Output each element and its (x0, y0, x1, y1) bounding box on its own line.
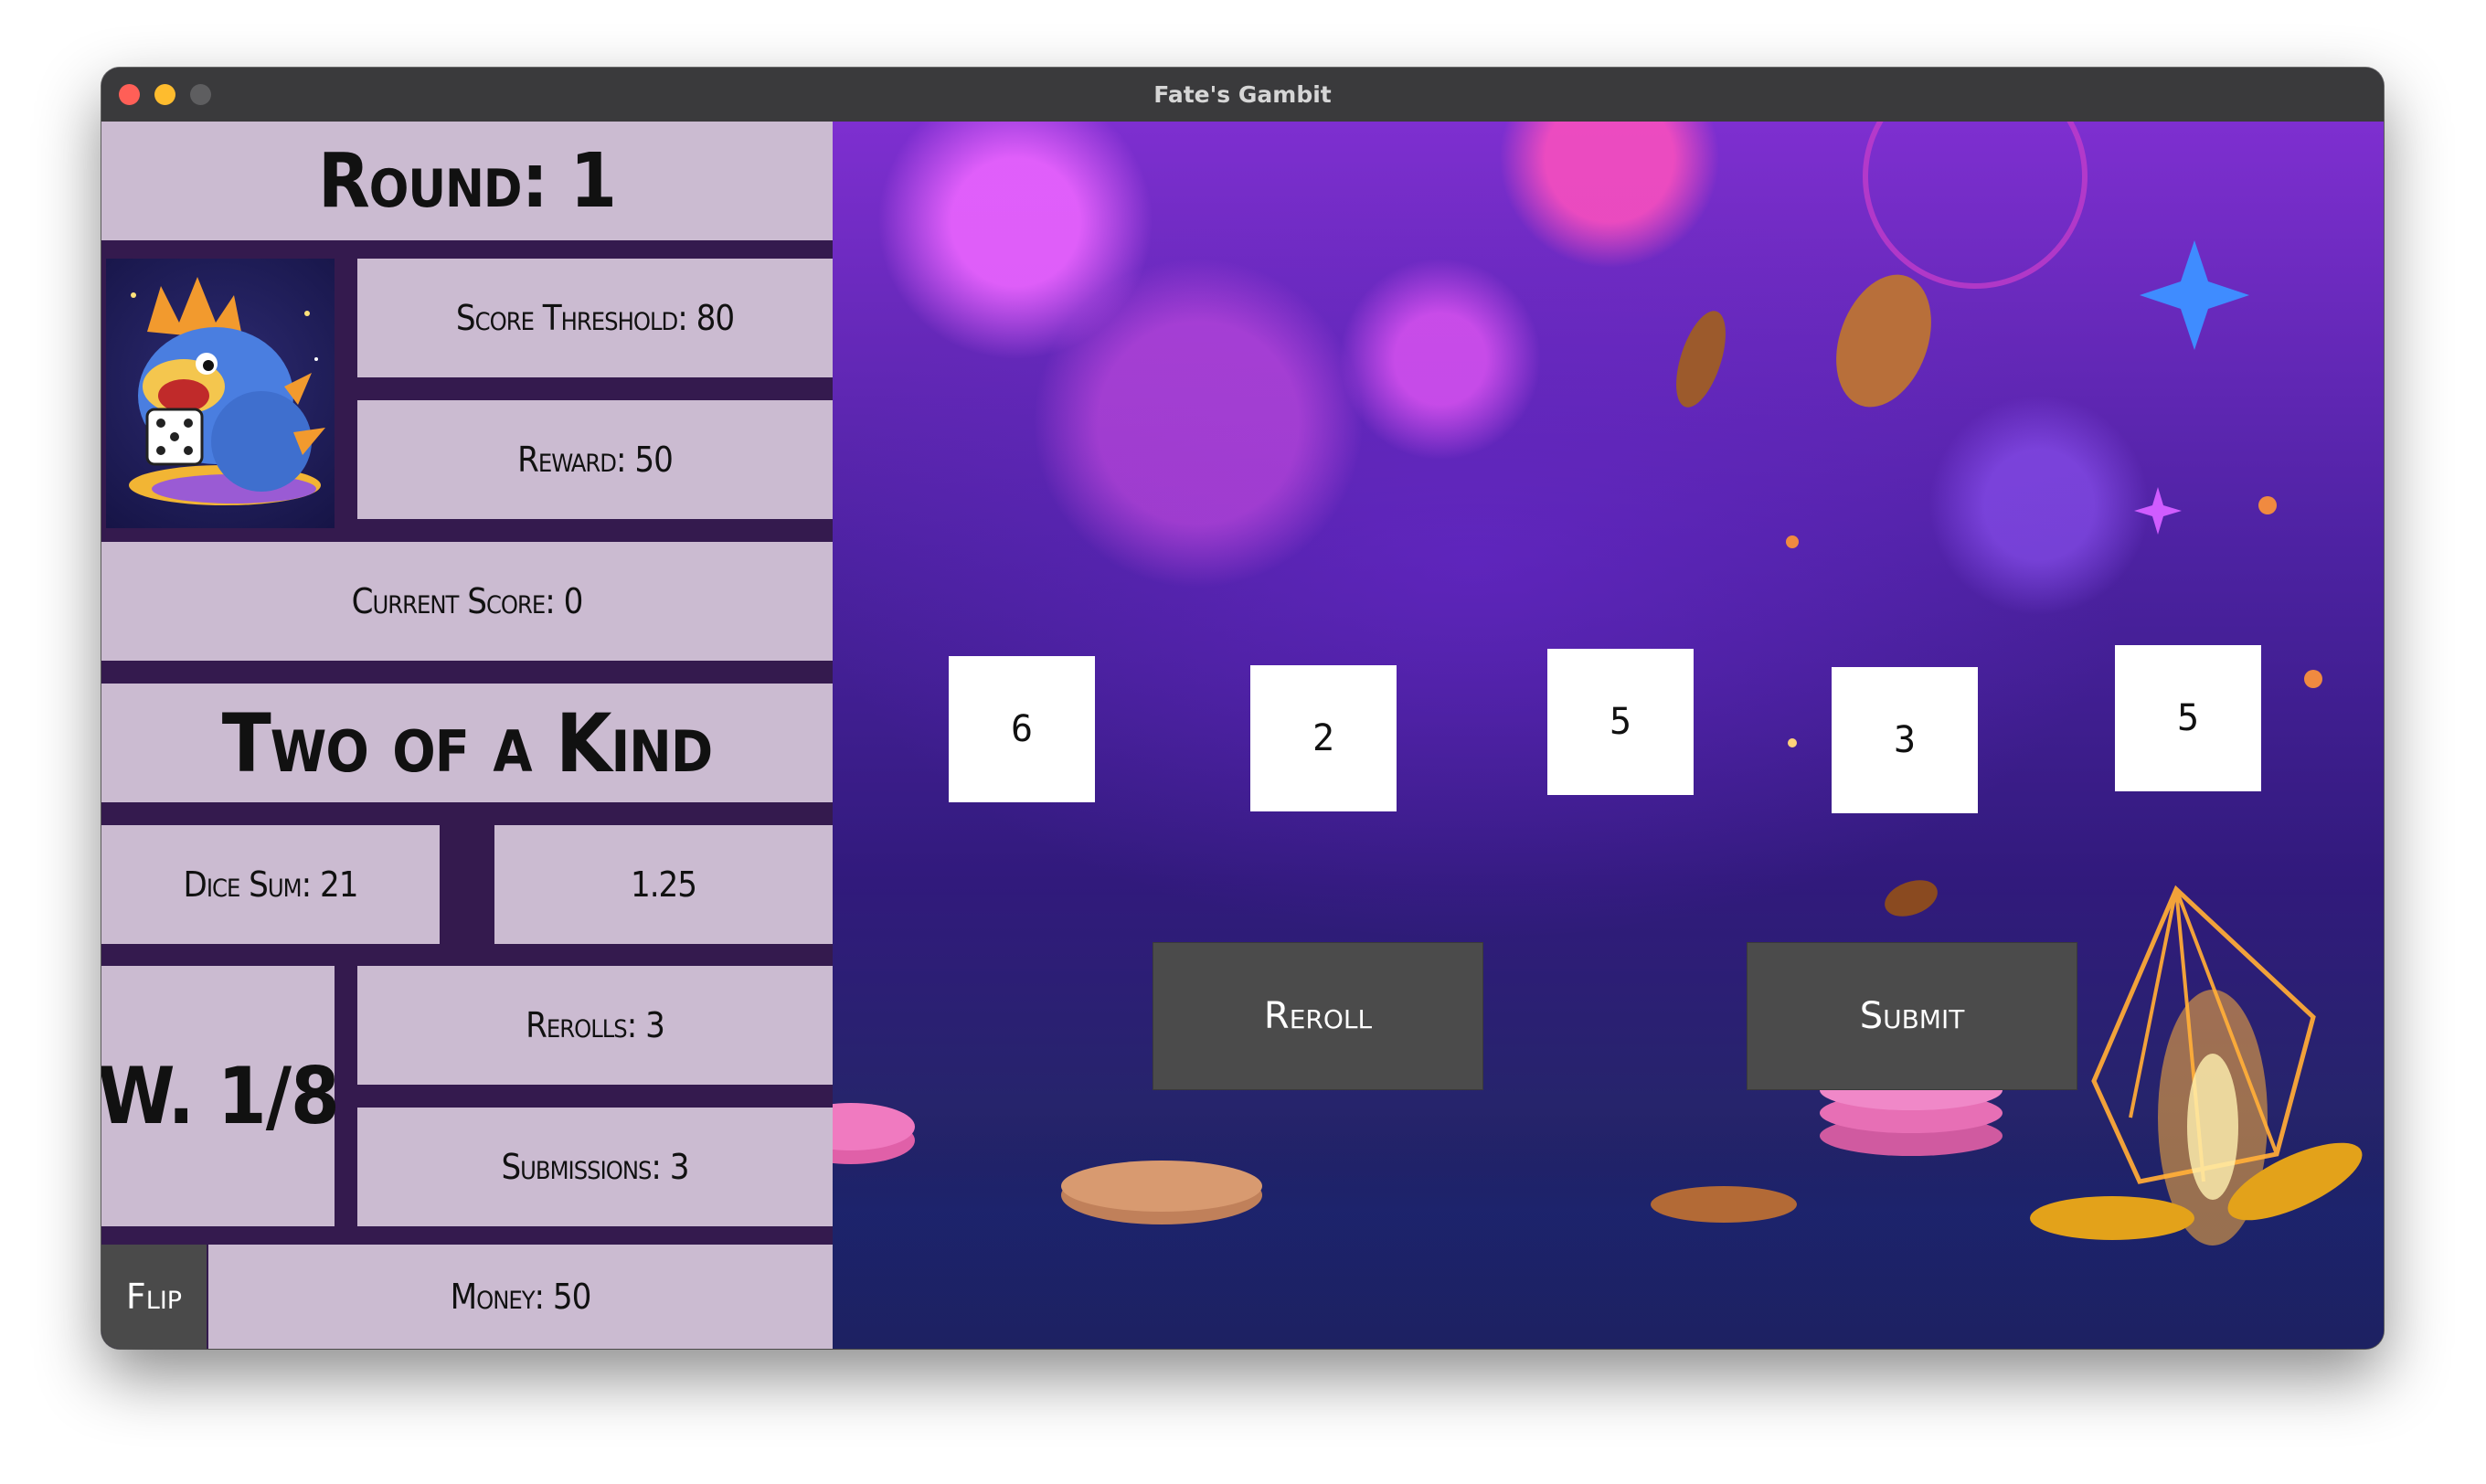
current-score-label: Current Score: 0 (101, 542, 833, 661)
money-label: Money: 50 (208, 1245, 833, 1349)
die-5[interactable]: 5 (2115, 645, 2261, 791)
die-2[interactable]: 2 (1250, 665, 1397, 811)
die-1[interactable]: 6 (949, 656, 1095, 802)
app-window: Fate's Gambit Round: 1 Score Threshold: … (101, 68, 2384, 1349)
game-area: Round: 1 Score Threshold: 80 Reward: 50 … (101, 122, 2384, 1349)
reroll-button[interactable]: Reroll (1153, 942, 1483, 1090)
hand-name-label: Two of a Kind (101, 684, 833, 802)
window-title: Fate's Gambit (1153, 81, 1332, 108)
flip-button[interactable]: Flip (101, 1245, 207, 1349)
round-label: Round: 1 (101, 122, 833, 240)
score-threshold-label: Score Threshold: 80 (357, 259, 833, 377)
week-label: W. 1/8 (101, 966, 340, 1226)
stats-panel: Round: 1 Score Threshold: 80 Reward: 50 … (101, 122, 833, 1349)
submit-button[interactable]: Submit (1747, 942, 2077, 1090)
die-3[interactable]: 5 (1547, 649, 1694, 795)
reward-label: Reward: 50 (357, 400, 833, 519)
multiplier-label: 1.25 (494, 825, 833, 944)
rerolls-label: Rerolls: 3 (357, 966, 833, 1085)
submissions-label: Submissions: 3 (357, 1108, 833, 1226)
dragon-mascot-image (106, 259, 335, 528)
dice-sum-label: Dice Sum: 21 (101, 825, 440, 944)
die-4[interactable]: 3 (1832, 667, 1978, 813)
title-bar: Fate's Gambit (101, 68, 2384, 122)
